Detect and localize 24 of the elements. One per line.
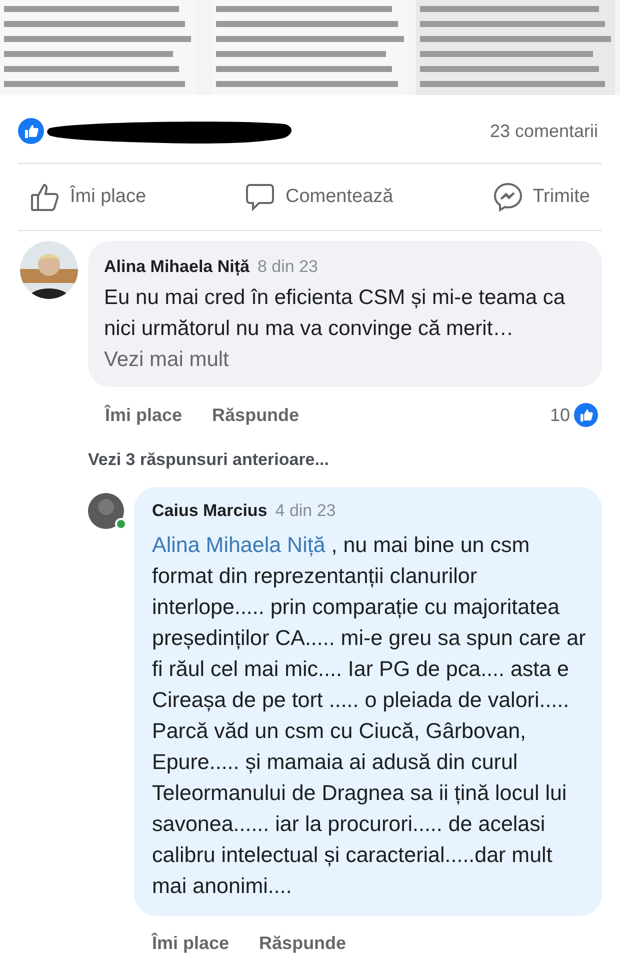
timestamp: 4 din 23 [275,500,336,522]
thumbs-up-icon [30,182,60,212]
like-link[interactable]: Îmi place [105,402,182,428]
reply-link[interactable]: Răspunde [212,402,300,428]
reply-link[interactable]: Răspunde [259,930,346,956]
comment-text: Eu nu mai cred în eficienta CSM și mi-e teama ca nici următorul nu ma va convinge că merit… Vezi mai mult [104,285,566,373]
comment-text: Alina Mihaela Niță , nu mai bine un csm format din reprezentanții clanurilor interlope..... prin comparație cu majoritatea președinților CA..... mi-e greu sa spun care ar fi răul cel mai mic.... Iar PG de pca.... asta e Cireașa de pe tort ..... o pleiada de valori..... Parcă văd un csm cu Ciucă, Gârbovan, Epure..... și mamaia ai adusă din curul Teleormanului de Dragnea sa ii țină locul lui savonea...... iar la procurori..... de acelasi calibru intelectual și caracterial.....dar mult mai anonimi.... [152,532,586,900]
like-count: 10 [550,404,570,426]
mention-link[interactable]: Alina Mihaela Niță [152,533,326,557]
see-more-link[interactable]: Vezi mai mult [104,348,229,371]
previous-replies-link[interactable]: Vezi 3 răspunsuri anterioare... [88,447,329,472]
messenger-icon [492,182,523,212]
comment-button[interactable]: Comentează [245,182,394,212]
author-name[interactable]: Alina Mihaela Niță [104,251,250,282]
share-button[interactable]: Trimite [492,182,590,212]
timestamp: 8 din 23 [257,256,318,278]
author-name[interactable]: Caius Marcius [152,495,268,526]
like-button[interactable]: Îmi place [30,182,146,212]
like-icon [574,403,598,427]
speech-bubble-icon [245,182,276,212]
like-icon [18,118,44,144]
comment-count[interactable]: 23 comentarii [490,118,598,144]
avatar[interactable] [88,493,124,529]
like-link[interactable]: Îmi place [152,930,230,956]
